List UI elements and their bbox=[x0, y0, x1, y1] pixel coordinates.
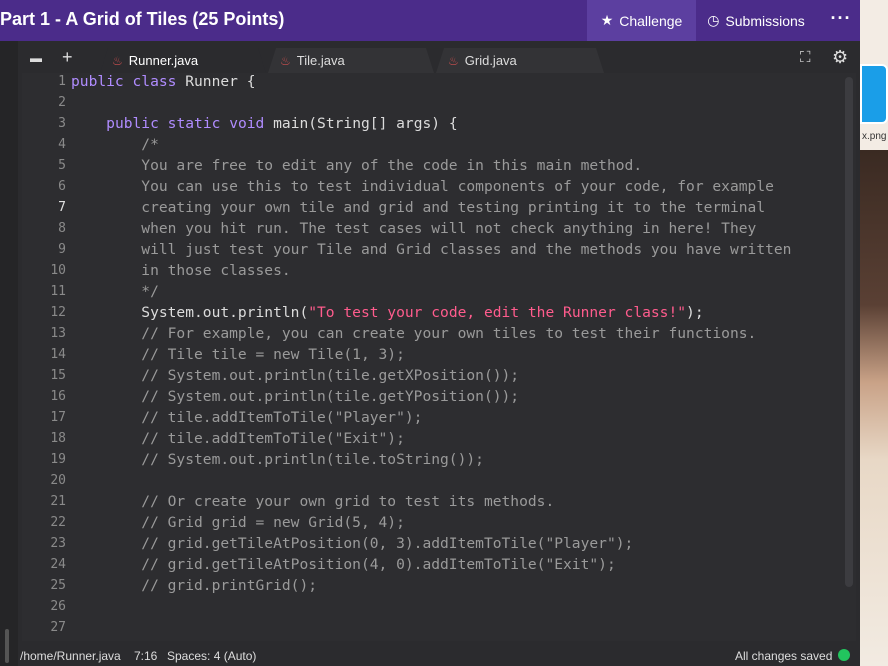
line-number: 6 bbox=[58, 179, 66, 194]
code-line[interactable]: // tile.addItemToTile("Player"); bbox=[71, 409, 422, 426]
line-number: 8 bbox=[58, 221, 66, 236]
line-number: 17 bbox=[50, 410, 66, 425]
cursor-position: 7:16 bbox=[134, 649, 158, 663]
editor: ▬ + ♨ Runner.java ♨ Tile.java ♨ Grid.jav… bbox=[18, 41, 860, 666]
save-status-dot bbox=[838, 649, 850, 661]
line-number: 16 bbox=[50, 389, 66, 404]
side-photo bbox=[860, 150, 888, 666]
code-line[interactable]: creating your own tile and grid and test… bbox=[71, 199, 765, 216]
code-line[interactable]: // grid.getTileAtPosition(0, 3).addItemT… bbox=[71, 535, 633, 552]
code-line[interactable]: in those classes. bbox=[71, 262, 290, 279]
left-scrollbar[interactable] bbox=[5, 629, 9, 663]
code-line[interactable]: will just test your Tile and Grid classe… bbox=[71, 241, 791, 258]
code-line[interactable]: /* bbox=[71, 136, 159, 153]
line-number: 19 bbox=[50, 452, 66, 467]
file-path: /home/Runner.java bbox=[20, 649, 121, 663]
more-options-button[interactable]: ··· bbox=[826, 8, 856, 32]
line-number: 1 bbox=[58, 74, 66, 89]
line-number: 13 bbox=[50, 326, 66, 341]
code-line[interactable]: System.out.println("To test your code, e… bbox=[71, 304, 703, 321]
line-number: 20 bbox=[50, 473, 66, 488]
line-number: 21 bbox=[50, 494, 66, 509]
line-number: 5 bbox=[58, 158, 66, 173]
files-icon[interactable]: ▬ bbox=[30, 51, 44, 65]
add-tab-button[interactable]: + bbox=[62, 47, 73, 68]
line-number: 23 bbox=[50, 536, 66, 551]
code-line[interactable]: // grid.getTileAtPosition(4, 0).addItemT… bbox=[71, 556, 615, 573]
left-strip bbox=[0, 41, 18, 666]
java-icon: ♨ bbox=[280, 53, 291, 68]
star-icon: ★ bbox=[600, 12, 614, 28]
line-number: 22 bbox=[50, 515, 66, 530]
line-number-gutter: 1 2 3 4 5 6 7 8 9 10 11 12 13 14 15 16 17 18 19 20 21 22 23 24 2… bbox=[22, 73, 66, 641]
java-icon: ♨ bbox=[112, 53, 123, 68]
challenge-button[interactable]: ★ Challenge bbox=[587, 0, 696, 41]
side-png-label: x.png bbox=[862, 131, 887, 142]
challenge-label: Challenge bbox=[619, 12, 683, 29]
tab-label: Grid.java bbox=[464, 53, 517, 68]
code-line[interactable]: public static void main(String[] args) { bbox=[71, 115, 457, 132]
line-number: 14 bbox=[50, 347, 66, 362]
line-number: 10 bbox=[50, 263, 66, 278]
code-line[interactable]: You are free to edit any of the code in … bbox=[71, 157, 642, 174]
code-line[interactable]: // Grid grid = new Grid(5, 4); bbox=[71, 514, 405, 531]
line-number: 18 bbox=[50, 431, 66, 446]
line-number: 7 bbox=[58, 200, 66, 215]
code-line[interactable]: // System.out.println(tile.getXPosition(… bbox=[71, 367, 519, 384]
tab-bar: ▬ + ♨ Runner.java ♨ Tile.java ♨ Grid.jav… bbox=[18, 41, 860, 73]
tab-grid-java[interactable]: ♨ Grid.java bbox=[436, 48, 604, 73]
line-number: 3 bbox=[58, 116, 66, 131]
code-line[interactable]: // For example, you can create your own … bbox=[71, 325, 756, 342]
side-blue-button[interactable] bbox=[860, 64, 888, 124]
java-icon: ♨ bbox=[448, 53, 459, 68]
gear-icon[interactable]: ⚙ bbox=[832, 47, 848, 68]
tab-label: Tile.java bbox=[296, 53, 345, 68]
line-number: 4 bbox=[58, 137, 66, 152]
line-number: 15 bbox=[50, 368, 66, 383]
history-icon: ◷ bbox=[707, 12, 720, 28]
line-number: 24 bbox=[50, 557, 66, 572]
line-number: 27 bbox=[50, 620, 66, 635]
fullscreen-icon[interactable]: ⛶ bbox=[800, 49, 811, 66]
code-line[interactable]: // Tile tile = new Tile(1, 3); bbox=[71, 346, 405, 363]
line-number: 9 bbox=[58, 242, 66, 257]
code-editor[interactable]: 1 2 3 4 5 6 7 8 9 10 11 12 13 14 15 16 17 18 19 20 21 22 23 24 2… bbox=[22, 73, 856, 641]
line-number: 26 bbox=[50, 599, 66, 614]
line-number: 12 bbox=[50, 305, 66, 320]
tab-tile-java[interactable]: ♨ Tile.java bbox=[268, 48, 434, 73]
line-number: 25 bbox=[50, 578, 66, 593]
code-line[interactable]: // System.out.println(tile.getYPosition(… bbox=[71, 388, 519, 405]
tab-runner-java[interactable]: ♨ Runner.java bbox=[100, 48, 266, 73]
code-line[interactable]: // Or create your own grid to test its m… bbox=[71, 493, 554, 510]
code-line[interactable]: when you hit run. The test cases will no… bbox=[71, 220, 756, 237]
line-number: 11 bbox=[50, 284, 66, 299]
page-title: Part 1 - A Grid of Tiles (25 Points) bbox=[0, 9, 285, 29]
top-bar: Part 1 - A Grid of Tiles (25 Points) ★ C… bbox=[0, 0, 860, 41]
tab-label: Runner.java bbox=[128, 53, 199, 68]
code-line[interactable]: // System.out.println(tile.toString()); bbox=[71, 451, 484, 468]
vertical-scrollbar[interactable] bbox=[845, 77, 853, 587]
code-line[interactable]: You can use this to test individual comp… bbox=[71, 178, 774, 195]
line-number: 2 bbox=[58, 95, 66, 110]
status-bar: /home/Runner.java 7:16 Spaces: 4 (Auto) … bbox=[18, 645, 860, 666]
save-status: All changes saved bbox=[735, 649, 833, 663]
code-line[interactable]: // grid.printGrid(); bbox=[71, 577, 317, 594]
code-line[interactable]: */ bbox=[71, 283, 159, 300]
submissions-label: Submissions bbox=[725, 12, 805, 29]
indentation-setting[interactable]: Spaces: 4 (Auto) bbox=[167, 649, 256, 663]
side-panel: x.png bbox=[860, 0, 888, 666]
submissions-button[interactable]: ◷ Submissions bbox=[696, 0, 816, 41]
code-line[interactable]: public class Runner { bbox=[71, 73, 256, 90]
code-line[interactable]: // tile.addItemToTile("Exit"); bbox=[71, 430, 405, 447]
